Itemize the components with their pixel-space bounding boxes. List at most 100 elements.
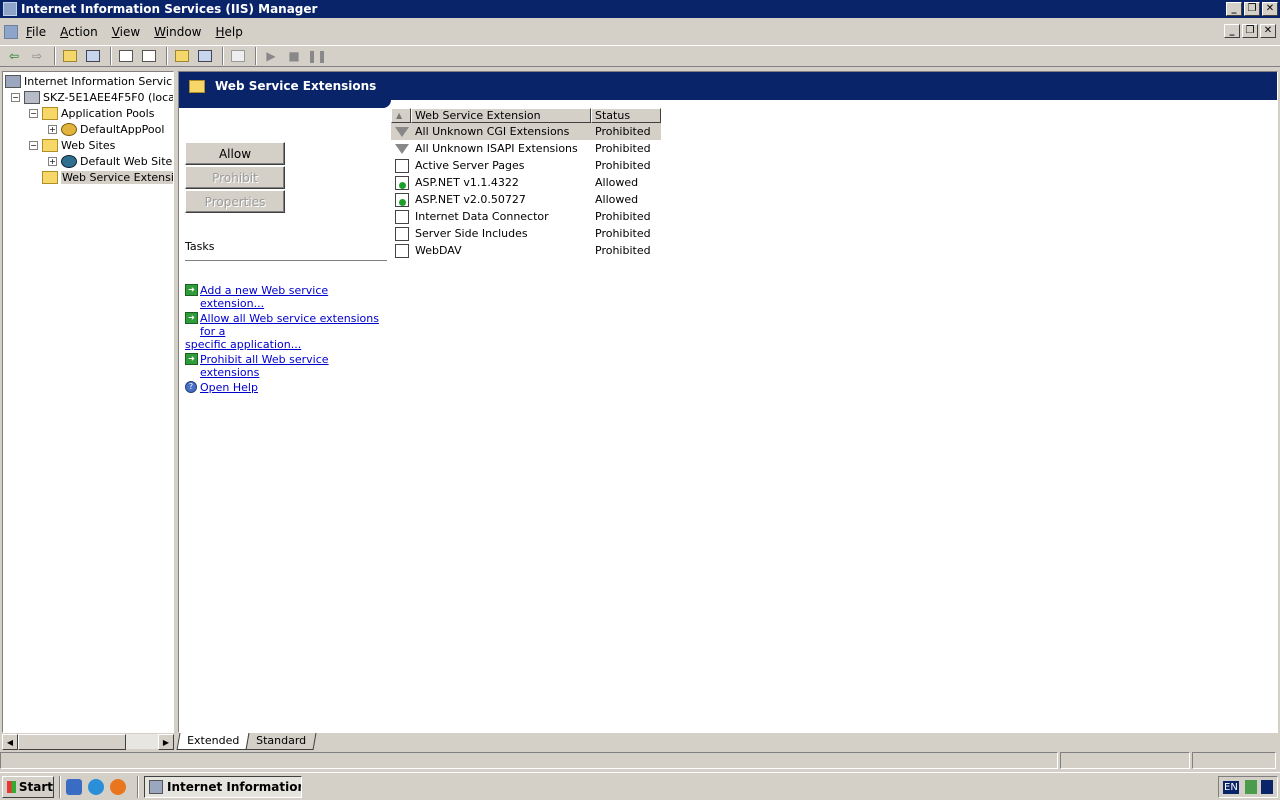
show-desktop-icon[interactable] (66, 778, 82, 795)
list-header: ▲ Web Service Extension Status (391, 108, 661, 123)
iis-icon (5, 74, 21, 88)
table-row[interactable]: All Unknown ISAPI Extensions Prohibited (391, 140, 661, 157)
table-row[interactable]: WebDAV Prohibited (391, 242, 661, 259)
scroll-left-icon[interactable]: ◀ (2, 734, 18, 750)
tasks-title: Tasks (185, 240, 215, 253)
tray-arrow-icon[interactable] (1260, 780, 1273, 794)
tree-node-web-sites[interactable]: − Web Sites (29, 137, 115, 153)
show-hide-tree-icon[interactable] (83, 47, 103, 65)
mmc-document-icon[interactable] (4, 25, 18, 39)
folder-icon (189, 79, 205, 93)
prohibit-button[interactable]: Prohibit (185, 166, 285, 189)
back-icon[interactable]: ⇦ (4, 47, 24, 65)
tree-node-app-pools[interactable]: − Application Pools (29, 105, 154, 121)
allow-button[interactable]: Allow (185, 142, 285, 165)
computer-icon[interactable] (228, 47, 248, 65)
prohibit-all-extensions-link[interactable]: Prohibit all Web service extensions (200, 353, 389, 379)
filter-icon (395, 143, 409, 154)
status-panel (0, 752, 1058, 769)
filter-icon (395, 126, 409, 137)
column-header-extension[interactable]: Web Service Extension (411, 108, 591, 123)
expand-icon[interactable]: + (48, 156, 57, 166)
server-icon (24, 90, 40, 104)
maximize-button[interactable]: ❐ (1244, 2, 1260, 16)
allow-all-extensions-link-cont[interactable]: specific application... (185, 338, 389, 351)
show-hide-action-pane-icon[interactable] (195, 47, 215, 65)
help-icon: ? (185, 381, 197, 393)
stop-icon[interactable]: ■ (284, 47, 304, 65)
forward-icon[interactable]: ⇨ (27, 47, 47, 65)
scroll-track[interactable] (126, 734, 158, 749)
pause-icon[interactable]: ❚❚ (307, 47, 327, 65)
taskbar: Start Internet Information ... EN (0, 772, 1280, 800)
table-row[interactable]: Internet Data Connector Prohibited (391, 208, 661, 225)
expand-icon[interactable]: + (48, 124, 57, 134)
toolbar-separator (222, 47, 224, 65)
tree-node-default-app-pool[interactable]: + DefaultAppPool (48, 121, 164, 137)
start-icon[interactable]: ▶ (261, 47, 281, 65)
scroll-thumb[interactable] (18, 734, 126, 750)
open-help-link[interactable]: Open Help (200, 381, 258, 394)
firefox-icon[interactable] (110, 778, 126, 795)
tree-node-iis-root[interactable]: Internet Information Services (5, 73, 173, 89)
add-new-extension-link[interactable]: Add a new Web service extension... (200, 284, 389, 310)
tab-standard[interactable]: Standard (245, 733, 317, 750)
status-bar (0, 752, 1280, 770)
tree-node-web-service-extensions[interactable]: Web Service Extension (42, 169, 173, 185)
table-row[interactable]: Server Side Includes Prohibited (391, 225, 661, 242)
internet-explorer-icon[interactable] (88, 778, 104, 795)
network-icon[interactable] (1244, 780, 1257, 794)
mdi-minimize-button[interactable]: _ (1224, 24, 1240, 38)
collapse-icon[interactable]: − (11, 92, 20, 102)
toolbar-separator (110, 47, 112, 65)
mdi-restore-button[interactable]: ❐ (1242, 24, 1258, 38)
iis-app-icon[interactable] (3, 2, 17, 16)
minimize-button[interactable]: _ (1226, 2, 1242, 16)
view-tabs: Extended Standard (176, 733, 317, 750)
collapse-icon[interactable]: − (29, 108, 38, 118)
table-row[interactable]: ASP.NET v2.0.50727 Allowed (391, 191, 661, 208)
menu-view[interactable]: View (112, 25, 140, 39)
mdi-close-button[interactable]: ✕ (1260, 24, 1276, 38)
properties-button[interactable]: Properties (185, 190, 285, 213)
refresh-icon[interactable] (116, 47, 136, 65)
system-tray: EN (1218, 776, 1278, 798)
scroll-right-icon[interactable]: ▶ (158, 734, 174, 750)
task-add-new: ➜ Add a new Web service extension... (185, 284, 389, 310)
table-row[interactable]: All Unknown CGI Extensions Prohibited (391, 123, 661, 140)
help-icon[interactable] (172, 47, 192, 65)
menu-help[interactable]: Help (216, 25, 243, 39)
extensions-list: ▲ Web Service Extension Status All Unkno… (391, 108, 661, 259)
close-button[interactable]: ✕ (1262, 2, 1278, 16)
tree-horizontal-scrollbar[interactable]: ◀ ▶ (2, 733, 174, 750)
folder-icon (42, 170, 58, 184)
menu-window[interactable]: Window (154, 25, 201, 39)
table-row[interactable]: ASP.NET v1.1.4322 Allowed (391, 174, 661, 191)
taskbar-button-iis-manager[interactable]: Internet Information ... (144, 775, 302, 798)
task-open-help: ? Open Help (185, 381, 389, 394)
export-list-icon[interactable] (139, 47, 159, 65)
column-header-status[interactable]: Status (591, 108, 661, 123)
menu-action[interactable]: Action (60, 25, 98, 39)
pane-title: Web Service Extensions (215, 79, 377, 93)
task-arrow-icon: ➜ (185, 353, 198, 365)
allow-all-extensions-link[interactable]: Allow all Web service extensions for a (200, 312, 389, 338)
allowed-extension-icon (395, 192, 409, 207)
extension-icon (395, 158, 409, 173)
collapse-icon[interactable]: − (29, 140, 38, 150)
app-pool-icon (61, 122, 77, 136)
toolbar: ⇦ ⇨ ▶ ■ ❚❚ (0, 45, 1280, 67)
tab-extended[interactable]: Extended (176, 733, 250, 750)
table-row[interactable]: Active Server Pages Prohibited (391, 157, 661, 174)
sort-icon[interactable]: ▲ (391, 108, 411, 123)
task-allow-all: ➜ Allow all Web service extensions for a … (185, 312, 389, 351)
mdi-window-controls: _ ❐ ✕ (1224, 24, 1278, 38)
menu-file[interactable]: File (26, 25, 46, 39)
start-button[interactable]: Start (2, 775, 54, 798)
window-titlebar: Internet Information Services (IIS) Mana… (0, 0, 1280, 18)
iis-icon (149, 779, 163, 794)
up-one-level-icon[interactable] (60, 47, 80, 65)
tree-node-server[interactable]: − SKZ-5E1AEE4F5F0 (local co (11, 89, 173, 105)
language-indicator[interactable]: EN (1223, 780, 1239, 794)
tree-node-default-web-site[interactable]: + Default Web Site (48, 153, 172, 169)
